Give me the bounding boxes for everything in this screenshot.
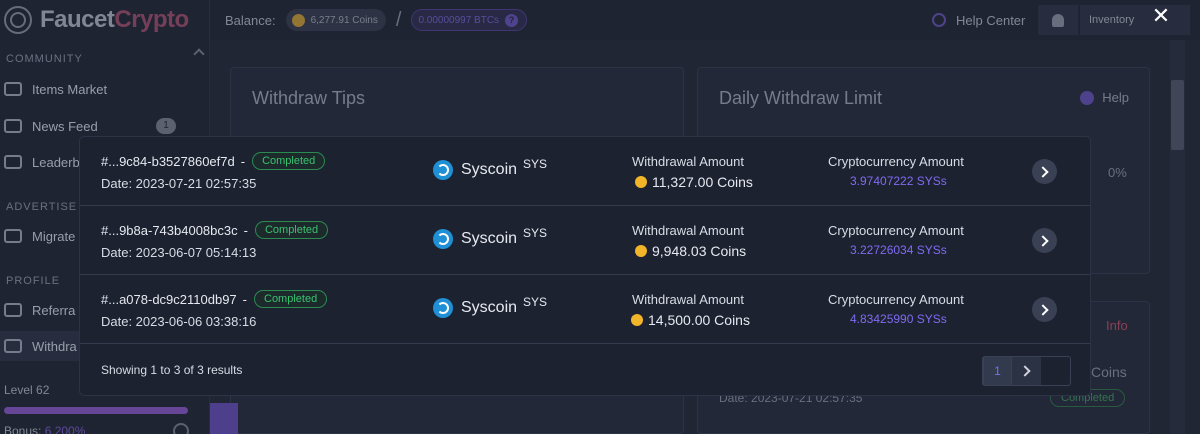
chevron-right-icon[interactable]: [1032, 228, 1057, 253]
withdrawal-id: #...a078-dc9c2110db97- Completed: [101, 290, 328, 308]
results-summary: Showing 1 to 3 of 3 results: [101, 363, 243, 377]
crypto-amount-label: Cryptocurrency Amount: [828, 154, 964, 169]
crypto-amount: 4.83425990 SYSs: [850, 312, 947, 326]
coin-name: Syscoin SYS: [433, 157, 547, 180]
withdrawal-date: Date: 2023-06-06 03:38:16: [101, 314, 257, 329]
close-icon[interactable]: ✕: [1149, 2, 1173, 30]
withdrawal-amount: 9,948.03 Coins: [635, 243, 746, 259]
withdrawal-id: #...9c84-b3527860ef7d - Completed: [101, 152, 326, 170]
coin-name: Syscoin SYS: [433, 295, 547, 318]
status-badge: Completed: [254, 290, 328, 308]
crypto-amount: 3.97407222 SYSs: [850, 174, 947, 188]
withdrawal-amount-label: Withdrawal Amount: [632, 223, 744, 238]
crypto-amount-label: Cryptocurrency Amount: [828, 223, 964, 238]
chevron-right-icon[interactable]: [1032, 159, 1057, 184]
withdrawal-amount: 14,500.00 Coins: [631, 312, 750, 328]
next-page-button[interactable]: [1012, 357, 1041, 385]
status-badge: Completed: [252, 152, 326, 170]
crypto-amount: 3.22726034 SYSs: [850, 243, 947, 257]
chevron-right-icon[interactable]: [1032, 297, 1057, 322]
table-row: #...9c84-b3527860ef7d - Completed Date: 20…: [80, 137, 1090, 206]
coin-icon: [631, 314, 643, 326]
coin-name: Syscoin SYS: [433, 226, 547, 249]
withdrawal-date: Date: 2023-06-07 05:14:13: [101, 245, 257, 260]
withdrawal-amount-label: Withdrawal Amount: [632, 292, 744, 307]
withdrawal-amount-label: Withdrawal Amount: [632, 154, 744, 169]
table-row: #...a078-dc9c2110db97- Completed Date: 20…: [80, 275, 1090, 344]
syscoin-icon: [433, 298, 453, 318]
syscoin-icon: [433, 160, 453, 180]
coin-icon: [635, 245, 647, 257]
withdrawals-modal: #...9c84-b3527860ef7d - Completed Date: 20…: [79, 136, 1091, 396]
withdrawal-date: Date: 2023-07-21 02:57:35: [101, 176, 257, 191]
crypto-amount-label: Cryptocurrency Amount: [828, 292, 964, 307]
status-badge: Completed: [254, 221, 329, 239]
coin-icon: [635, 176, 647, 188]
table-row: #...9b8a-743b4008bc3c - Completed Date: 20…: [80, 206, 1090, 275]
syscoin-icon: [433, 229, 453, 249]
withdrawal-amount: 11,327.00 Coins: [635, 174, 753, 190]
withdrawal-id: #...9b8a-743b4008bc3c - Completed: [101, 221, 329, 239]
pagination: 1: [982, 356, 1071, 386]
page-1-button[interactable]: 1: [983, 357, 1012, 385]
